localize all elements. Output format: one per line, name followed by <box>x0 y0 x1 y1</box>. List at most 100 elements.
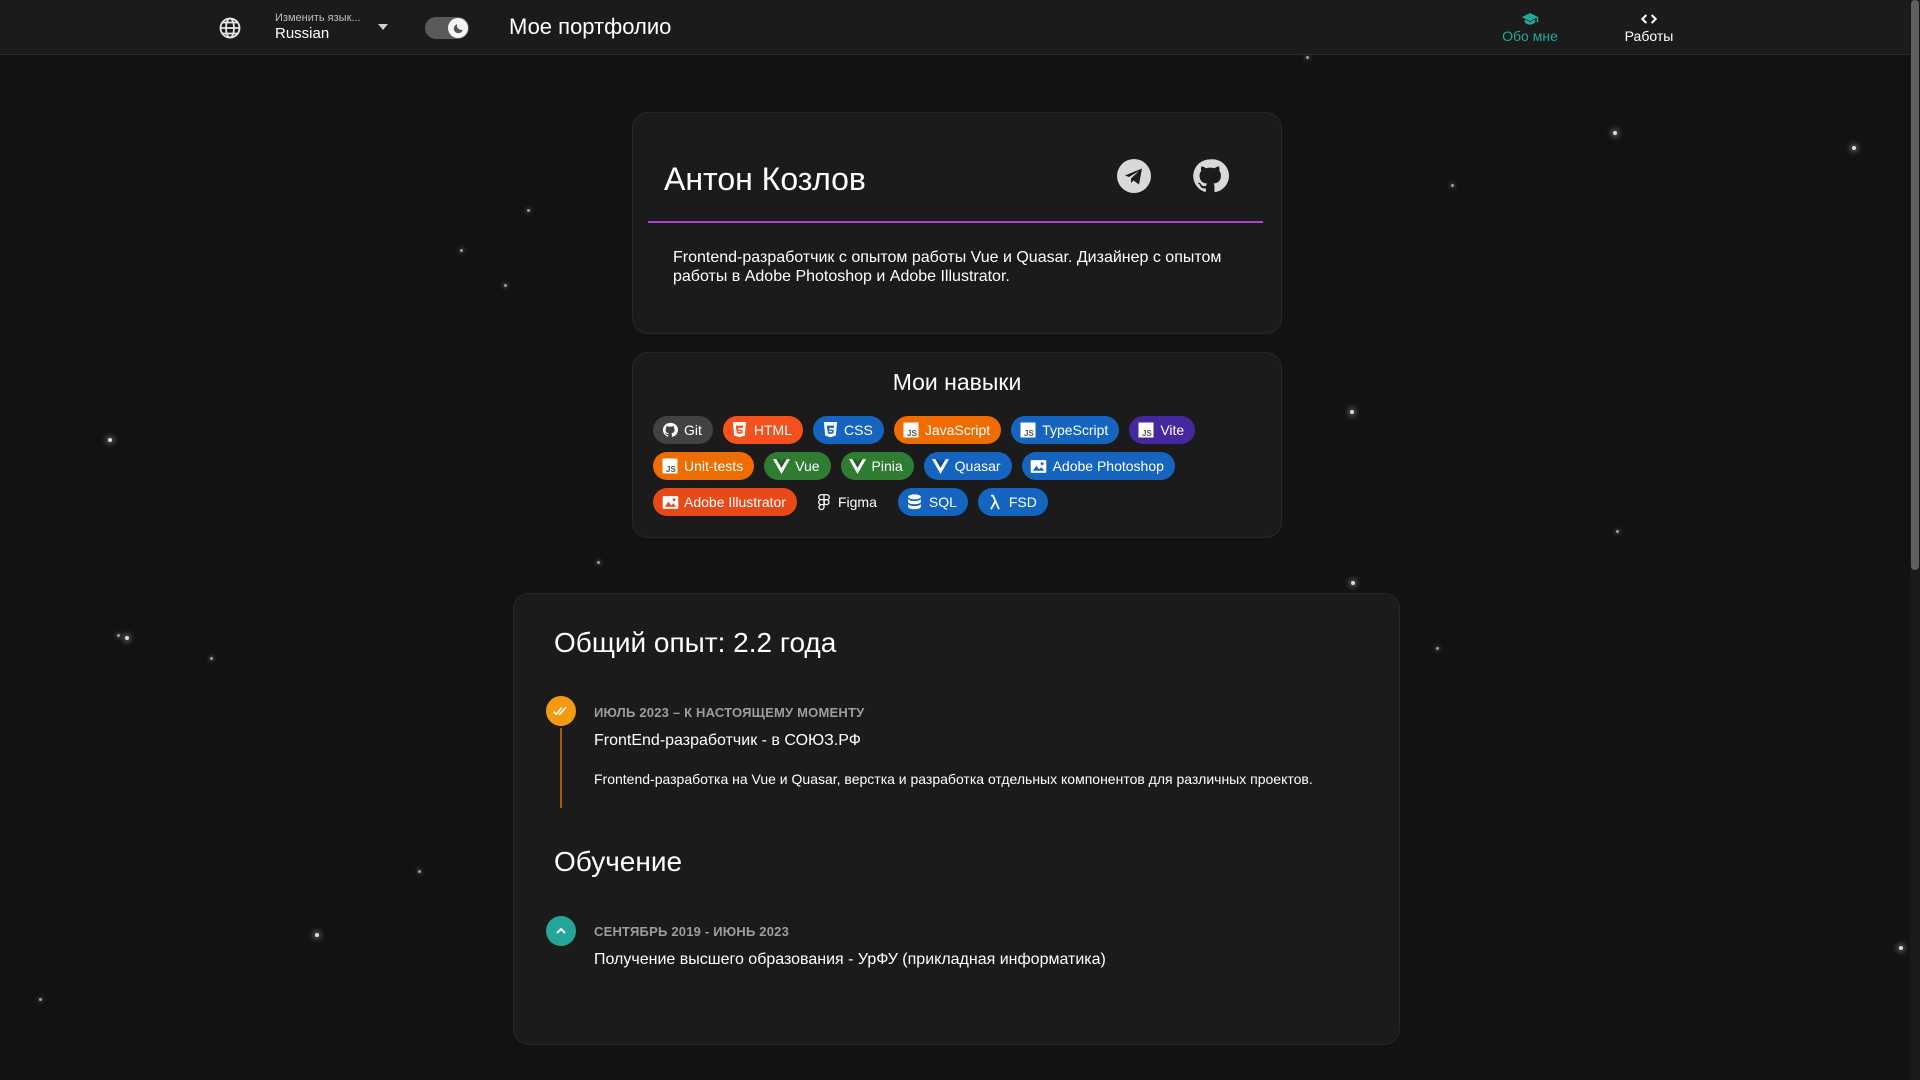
star <box>504 284 507 287</box>
star <box>597 561 600 564</box>
star <box>1451 184 1454 187</box>
done-all-icon <box>546 696 576 726</box>
skill-chip-label: FSD <box>1008 494 1037 510</box>
profile-name: Антон Козлов <box>664 161 866 197</box>
image-icon <box>1030 457 1048 475</box>
graduation-cap-icon <box>1496 12 1564 28</box>
database-icon <box>906 493 924 511</box>
github-icon <box>661 421 679 439</box>
svg-text:JS: JS <box>1142 429 1152 438</box>
js-icon: JS <box>1019 421 1037 439</box>
skill-chip-adobe-illustrator: Adobe Illustrator <box>653 488 797 516</box>
vue-icon <box>932 457 950 475</box>
skills-row: Git HTML CSS JS JavaScript JS TypeScript J… <box>653 416 1263 444</box>
star <box>117 634 120 637</box>
moon-icon <box>448 18 468 38</box>
star <box>39 998 42 1001</box>
job-dates: ИЮЛЬ 2023 – К НАСТОЯЩЕМУ МОМЕНТУ <box>594 705 865 720</box>
skills-chip-list: Git HTML CSS JS JavaScript JS TypeScript J… <box>653 416 1263 524</box>
tab-works-label: Работы <box>1624 28 1674 44</box>
experience-title: Общий опыт: 2.2 года <box>554 627 837 658</box>
skill-chip-label: Pinia <box>871 458 903 474</box>
skill-chip-label: HTML <box>753 422 793 438</box>
language-select[interactable]: Изменить язык... Russian <box>275 12 390 42</box>
svg-text:JS: JS <box>666 465 676 474</box>
chevron-up-icon <box>546 916 576 946</box>
skill-chip-label: Adobe Photoshop <box>1052 458 1164 474</box>
vue-icon <box>772 457 790 475</box>
job-heading: FrontEnd-разработчик - в СОЮЗ.РФ <box>594 732 861 749</box>
skill-chip-sql: SQL <box>897 488 968 516</box>
tab-about-me-label: Обо мне <box>1502 28 1558 44</box>
top-app-bar: Изменить язык... Russian Мое портфолио О… <box>0 0 1910 55</box>
skill-chip-label: CSS <box>844 422 873 438</box>
skill-chip-css: CSS <box>813 416 884 444</box>
star <box>1436 647 1439 650</box>
image-icon <box>661 493 679 511</box>
profile-card: Антон Козлов Frontend-разработчик с опыт… <box>632 112 1282 334</box>
skill-chip-quasar: Quasar <box>923 452 1012 480</box>
tab-about-me[interactable]: Обо мне <box>1496 12 1564 44</box>
star <box>315 933 319 937</box>
skill-chip-label: Quasar <box>954 458 1001 474</box>
js-icon: JS <box>661 457 679 475</box>
figma-icon <box>815 493 833 511</box>
svg-text:JS: JS <box>907 429 917 438</box>
star <box>1852 146 1856 150</box>
star <box>108 438 112 442</box>
scrollbar-thumb[interactable] <box>1911 0 1919 570</box>
skills-card: Мои навыки Git HTML CSS JS JavaScript JS T… <box>632 352 1282 538</box>
skills-row: JS Unit-tests Vue Pinia Quasar Adobe Phot… <box>653 452 1263 480</box>
globe-icon[interactable] <box>218 16 242 40</box>
education-dates: СЕНТЯБРЬ 2019 - ИЮНЬ 2023 <box>594 924 790 939</box>
skill-chip-label: Unit-tests <box>684 458 744 474</box>
site-title: Мое портфолио <box>509 14 672 39</box>
skill-chip-label: SQL <box>928 494 957 510</box>
lambda-icon <box>986 493 1004 511</box>
experience-card: Общий опыт: 2.2 года ИЮЛЬ 2023 – К НАСТО… <box>513 593 1400 1045</box>
html5-icon <box>731 421 749 439</box>
skill-chip-git: Git <box>653 416 713 444</box>
star <box>1351 581 1355 585</box>
skill-chip-label: Git <box>684 422 702 438</box>
skill-chip-vite: JS Vite <box>1129 416 1196 444</box>
skill-chip-fsd: FSD <box>977 488 1048 516</box>
skill-chip-vue: Vue <box>764 452 831 480</box>
js-icon: JS <box>1137 421 1155 439</box>
job-description: Frontend-разработка на Vue и Quasar, вер… <box>594 771 1313 787</box>
star <box>1616 530 1619 533</box>
skill-chip-figma: Figma <box>806 488 888 516</box>
profile-bio: Frontend-разработчик с опытом работы Vue… <box>673 249 1222 285</box>
education-heading: Получение высшего образования - УрФУ (пр… <box>594 951 1106 968</box>
skill-chip-adobe-photoshop: Adobe Photoshop <box>1021 452 1175 480</box>
skills-row: Adobe Illustrator Figma SQL FSD <box>653 488 1263 516</box>
vue-icon <box>849 457 867 475</box>
star <box>460 249 463 252</box>
css3-icon <box>821 421 839 439</box>
svg-text:JS: JS <box>1024 429 1034 438</box>
code-icon <box>1618 12 1680 28</box>
skill-chip-html: HTML <box>722 416 804 444</box>
profile-divider <box>648 221 1263 223</box>
education-title: Обучение <box>554 846 683 877</box>
skills-title: Мои навыки <box>892 369 1022 395</box>
language-select-value: Russian <box>275 25 330 42</box>
language-select-label: Изменить язык... <box>275 12 361 24</box>
star <box>418 870 421 873</box>
telegram-icon[interactable] <box>1115 157 1153 195</box>
skill-chip-label: JavaScript <box>924 422 991 438</box>
js-icon: JS <box>902 421 920 439</box>
skill-chip-label: TypeScript <box>1042 422 1109 438</box>
chevron-down-icon[interactable] <box>378 24 388 30</box>
skill-chip-label: Figma <box>837 494 877 510</box>
star <box>1350 410 1354 414</box>
star <box>1613 131 1617 135</box>
star <box>527 209 530 212</box>
star <box>210 657 213 660</box>
star <box>1306 56 1309 59</box>
skill-chip-pinia: Pinia <box>840 452 914 480</box>
tab-works[interactable]: Работы <box>1618 12 1680 44</box>
skill-chip-javascript: JS JavaScript <box>893 416 1002 444</box>
dark-mode-toggle[interactable] <box>425 17 469 39</box>
github-icon[interactable] <box>1191 157 1229 195</box>
